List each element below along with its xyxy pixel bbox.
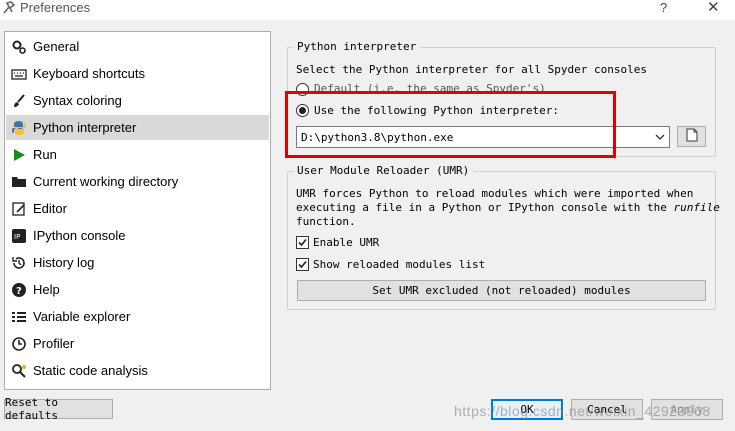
sidebar-item-label: Python interpreter [33, 120, 137, 135]
sidebar-item-label: Profiler [33, 336, 75, 351]
sidebar-item-label: Editor [33, 201, 67, 216]
svg-text:?: ? [16, 286, 22, 297]
umr-description-line3: function. [296, 215, 356, 228]
browse-file-button[interactable] [677, 126, 706, 147]
svg-text:IP: IP [14, 233, 20, 241]
umr-excluded-modules-button[interactable]: Set UMR excluded (not reloaded) modules [297, 280, 706, 301]
show-reloaded-modules-checkbox[interactable] [296, 258, 309, 271]
window-title: Preferences [20, 0, 91, 15]
umr-description-line1: UMR forces Python to reload modules whic… [296, 187, 694, 200]
sidebar-item-label: Static code analysis [33, 363, 148, 378]
profiler-icon [11, 336, 27, 352]
sidebar-item-python-interpreter[interactable]: Python interpreter [6, 115, 269, 140]
spyder-logo-icon [2, 1, 16, 15]
sidebar-item-label: History log [33, 255, 95, 270]
gear-icon [11, 39, 27, 55]
sidebar-item-profiler[interactable]: Profiler [6, 331, 269, 356]
sidebar-item-label: Syntax coloring [33, 93, 122, 108]
sidebar-item-ipython-console[interactable]: IP IPython console [6, 223, 269, 248]
sidebar-item-label: Help [33, 282, 60, 297]
sidebar-item-static-code-analysis[interactable]: Static code analysis [6, 358, 269, 383]
file-icon [686, 128, 698, 145]
run-icon [11, 147, 27, 163]
keyboard-icon [11, 66, 27, 82]
interpreter-description: Select the Python interpreter for all Sp… [296, 63, 647, 76]
variable-explorer-icon [11, 309, 27, 325]
code-analysis-icon [11, 363, 27, 379]
sidebar-item-general[interactable]: General [6, 34, 269, 59]
sidebar-item-run[interactable]: Run [6, 142, 269, 167]
reset-to-defaults-button[interactable]: Reset to defaults [4, 396, 113, 422]
sidebar-item-label: Keyboard shortcuts [33, 66, 146, 81]
editor-icon [11, 201, 27, 217]
ipython-icon: IP [11, 228, 27, 244]
python-icon [11, 120, 27, 136]
sidebar-item-editor[interactable]: Editor [6, 196, 269, 221]
title-bar: Preferences ? ✕ [0, 0, 735, 20]
enable-umr-label: Enable UMR [313, 236, 380, 249]
sidebar-item-syntax-coloring[interactable]: Syntax coloring [6, 88, 269, 113]
folder-icon [11, 174, 27, 190]
sidebar-item-variable-explorer[interactable]: Variable explorer [6, 304, 269, 329]
watermark-text: https://blog.csdn.net/weixin_42923968 [454, 403, 711, 419]
sidebar-item-label: General [33, 39, 80, 54]
sidebar-item-history-log[interactable]: History log [6, 250, 269, 275]
preferences-sidebar: General Keyboard shortcuts Syntax colori… [4, 31, 271, 390]
umr-description-line2: executing a file in a Python or IPython … [296, 201, 720, 214]
sidebar-item-label: IPython console [33, 228, 126, 243]
chevron-down-icon[interactable] [655, 130, 665, 144]
show-reloaded-modules-label: Show reloaded modules list [313, 258, 486, 271]
python-interpreter-group-title: Python interpreter [293, 40, 421, 53]
sidebar-item-keyboard-shortcuts[interactable]: Keyboard shortcuts [6, 61, 269, 86]
sidebar-item-label: Variable explorer [33, 309, 131, 324]
sidebar-item-help[interactable]: ? Help [6, 277, 269, 302]
help-icon: ? [11, 282, 27, 298]
history-icon [11, 255, 27, 271]
sidebar-item-label: Run [33, 147, 57, 162]
sidebar-item-current-working-directory[interactable]: Current working directory [6, 169, 269, 194]
highlight-annotation-box [285, 91, 616, 158]
umr-group-title: User Module Reloader (UMR) [293, 164, 474, 177]
close-button[interactable]: ✕ [707, 0, 720, 16]
enable-umr-checkbox[interactable] [296, 236, 309, 249]
help-button[interactable]: ? [660, 0, 667, 15]
sidebar-item-label: Current working directory [33, 174, 179, 189]
brush-icon [11, 93, 27, 109]
